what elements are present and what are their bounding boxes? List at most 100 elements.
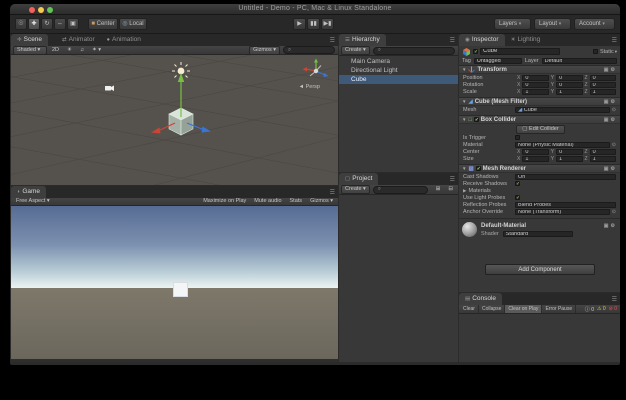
size-x-field[interactable]: 1 [522, 155, 549, 162]
gear-icon[interactable]: ⚙ [611, 67, 617, 73]
hand-tool-button[interactable]: ☉ [15, 18, 27, 30]
hierarchy-search-input[interactable]: ⌕ [372, 46, 455, 55]
light-probes-checkbox[interactable]: ✓ [515, 195, 520, 201]
size-y-field[interactable]: 1 [556, 155, 583, 162]
tab-project[interactable]: ▢ Project [339, 173, 379, 185]
gear-icon[interactable]: ⚙ [611, 166, 617, 172]
transform-header[interactable]: ▼ Transform ▣⚙ [459, 65, 620, 74]
center-z-field[interactable]: 0 [589, 148, 617, 155]
tab-console[interactable]: ▤ Console [459, 293, 503, 305]
foldout-icon[interactable]: ▼ [462, 67, 466, 72]
project-create-dropdown[interactable]: Create ▾ [341, 185, 370, 194]
info-count-toggle[interactable]: ⓘ 0 [585, 306, 594, 313]
panel-menu-icon[interactable]: ☰ [450, 37, 455, 44]
pause-button[interactable]: ▮▮ [307, 18, 320, 30]
tag-dropdown[interactable]: Untagged [473, 58, 522, 64]
hierarchy-item-cube[interactable]: Cube [339, 75, 458, 84]
box-collider-enabled-checkbox[interactable]: ✓ [473, 117, 479, 123]
pivot-toggle-button[interactable]: ■ Center [88, 18, 118, 30]
physic-material-field[interactable]: None (Physic Material) [515, 141, 610, 148]
size-z-field[interactable]: 1 [589, 155, 617, 162]
panel-menu-icon[interactable]: ☰ [450, 176, 455, 183]
object-name-field[interactable]: Cube [480, 48, 560, 55]
help-icon[interactable]: ▣ [604, 166, 611, 172]
scene-gizmos-dropdown[interactable]: Gizmos ▾ [249, 45, 280, 55]
persp-mode-button[interactable]: ◄ Persp [299, 84, 320, 90]
help-icon[interactable]: ▣ [604, 99, 611, 105]
panel-menu-icon[interactable]: ☰ [330, 37, 335, 44]
hierarchy-create-dropdown[interactable]: Create ▾ [341, 46, 370, 55]
console-log-area[interactable] [459, 314, 620, 362]
tab-scene[interactable]: ✛ Scene [11, 34, 49, 46]
position-z-field[interactable]: 0 [589, 74, 617, 81]
scene-search-input[interactable]: ⌕ [283, 46, 335, 54]
aspect-dropdown[interactable]: Free Aspect ▾ [13, 198, 73, 205]
cast-shadows-dropdown[interactable]: On [515, 173, 616, 180]
foldout-icon[interactable]: ▼ [462, 117, 466, 122]
materials-row[interactable]: ▶ Materials [459, 187, 620, 194]
step-button[interactable]: ▶▮ [321, 18, 334, 30]
shader-dropdown[interactable]: Standard [502, 231, 573, 237]
object-picker-icon[interactable]: ⊙ [612, 209, 616, 215]
scale-z-field[interactable]: 1 [589, 88, 617, 95]
layer-dropdown[interactable]: Default [541, 58, 617, 64]
console-error-pause-button[interactable]: Error Pause [542, 305, 577, 313]
gear-icon[interactable]: ⚙ [611, 223, 617, 229]
foldout-icon[interactable]: ▼ [462, 166, 466, 171]
is-trigger-checkbox[interactable] [515, 135, 520, 140]
layout-dropdown[interactable]: Layout ▾ [534, 18, 571, 30]
receive-shadows-checkbox[interactable]: ✓ [515, 181, 520, 187]
foldout-icon[interactable]: ▶ [463, 188, 466, 194]
static-checkbox[interactable] [592, 49, 598, 54]
mesh-renderer-header[interactable]: ▼ ▨ ✓ Mesh Renderer ▣⚙ [459, 164, 620, 173]
toggle-2d-button[interactable]: 2D [49, 47, 62, 54]
object-picker-icon[interactable]: ⊙ [612, 142, 616, 148]
game-gizmos-dropdown[interactable]: Gizmos ▾ [307, 198, 336, 205]
help-icon[interactable]: ▣ [604, 223, 611, 229]
help-icon[interactable]: ▣ [604, 67, 611, 73]
project-search-input[interactable]: ⌕ [372, 185, 428, 194]
stats-button[interactable]: Stats [287, 198, 306, 205]
help-icon[interactable]: ▣ [604, 117, 611, 123]
rotation-x-field[interactable]: 0 [522, 81, 549, 88]
material-preview-sphere[interactable] [462, 222, 477, 237]
hierarchy-item-main-camera[interactable]: Main Camera [339, 57, 458, 66]
foldout-icon[interactable]: ▼ [462, 99, 466, 104]
layers-dropdown[interactable]: Layers ▾ [494, 18, 531, 30]
maximize-on-play-button[interactable]: Maximize on Play [200, 198, 249, 205]
panel-menu-icon[interactable]: ☰ [330, 189, 335, 196]
mesh-renderer-enabled-checkbox[interactable]: ✓ [475, 166, 481, 172]
shading-mode-dropdown[interactable]: Shaded ▾ [13, 45, 47, 55]
tab-game[interactable]: ◗ Game [11, 186, 47, 198]
tab-lighting[interactable]: ☀ Lighting [505, 34, 547, 46]
project-favorites-icon[interactable]: ⊞ [433, 186, 444, 193]
play-button[interactable]: ▶ [293, 18, 306, 30]
console-collapse-button[interactable]: Collapse [479, 305, 506, 313]
box-collider-header[interactable]: ▼ □ ✓ Box Collider ▣⚙ [459, 115, 620, 124]
gear-icon[interactable]: ⚙ [611, 99, 617, 105]
account-dropdown[interactable]: Account ▾ [574, 18, 615, 30]
position-x-field[interactable]: 0 [522, 74, 549, 81]
rotation-y-field[interactable]: 0 [556, 81, 583, 88]
scale-y-field[interactable]: 1 [556, 88, 583, 95]
rect-tool-button[interactable]: ▣ [67, 18, 79, 30]
center-x-field[interactable]: 0 [522, 148, 549, 155]
rotate-tool-button[interactable]: ↻ [41, 18, 53, 30]
console-clear-on-play-button[interactable]: Clear on Play [505, 305, 543, 313]
gear-icon[interactable]: ⚙ [611, 117, 617, 123]
scale-tool-button[interactable]: ⇔ [54, 18, 66, 30]
scene-viewport[interactable]: ◄ Persp [11, 55, 338, 185]
static-dropdown-icon[interactable]: ▾ [615, 49, 617, 55]
project-content[interactable] [339, 196, 458, 362]
mesh-object-field[interactable]: ◢ Cube [515, 106, 610, 113]
tab-animator[interactable]: ⇄ Animator [56, 34, 101, 46]
mute-audio-button[interactable]: Mute audio [251, 198, 284, 205]
add-component-button[interactable]: Add Component [485, 264, 595, 275]
reflection-probes-dropdown[interactable]: Blend Probes [515, 201, 616, 208]
center-y-field[interactable]: 0 [556, 148, 583, 155]
panel-menu-icon[interactable]: ☰ [612, 37, 617, 44]
mac-titlebar[interactable]: Untitled - Demo - PC, Mac & Linux Standa… [10, 4, 620, 15]
warning-count-toggle[interactable]: ⚠ 0 [597, 306, 606, 312]
position-y-field[interactable]: 0 [556, 74, 583, 81]
mesh-filter-header[interactable]: ▼ ◢ Cube (Mesh Filter) ▣⚙ [459, 97, 620, 106]
